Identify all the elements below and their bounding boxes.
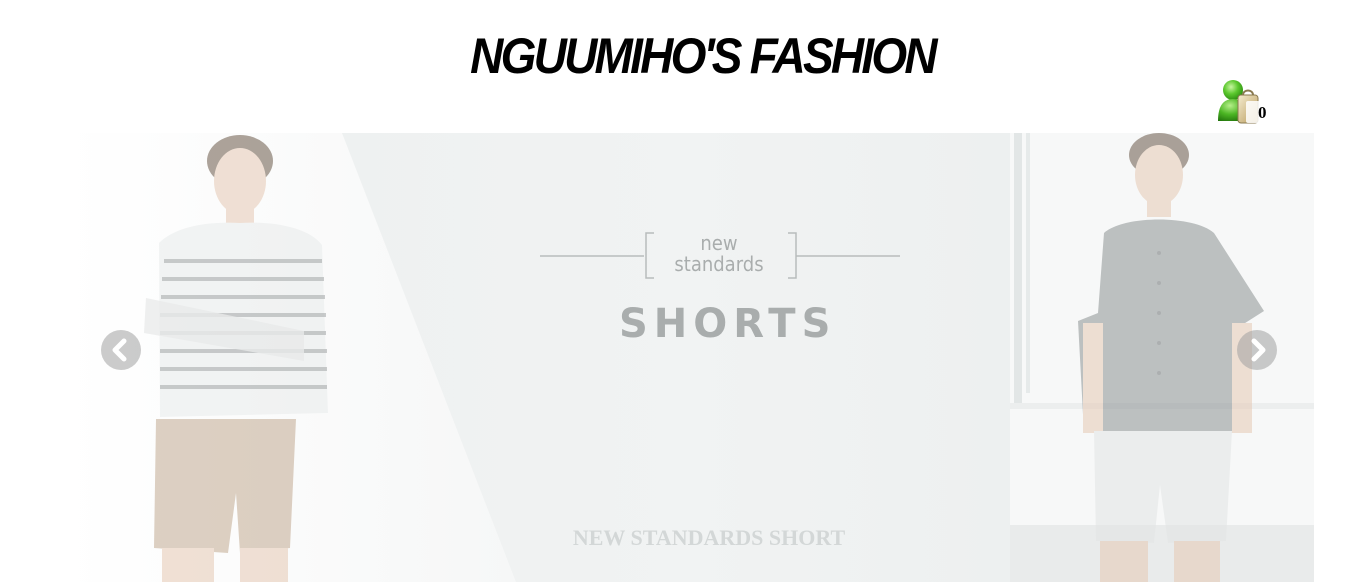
chevron-right-icon <box>1251 338 1266 362</box>
brand-title[interactable]: NGUUMIHO'S FASHION <box>56 26 1349 86</box>
slide-caption: NEW STANDARDS SHORT <box>572 525 846 550</box>
slide-subheading-line2: standards <box>674 252 764 276</box>
cart-button[interactable]: 0 <box>1216 77 1272 129</box>
slide-subheading-line1: new <box>700 231 738 255</box>
slider-prev-button[interactable] <box>101 330 141 370</box>
chevron-left-icon <box>112 338 127 362</box>
slider-next-button[interactable] <box>1237 330 1277 370</box>
page: NGUUMIHO'S FASHION 0 new standards SHORT… <box>0 0 1360 582</box>
cart-count: 0 <box>1258 103 1267 122</box>
slide-subheading: new standards <box>652 233 787 275</box>
hero-slider[interactable]: new standards SHORTS NEW STANDARDS SHORT <box>64 133 1314 582</box>
slide-heading: SHORTS <box>619 301 837 347</box>
slide-image <box>64 133 1314 582</box>
